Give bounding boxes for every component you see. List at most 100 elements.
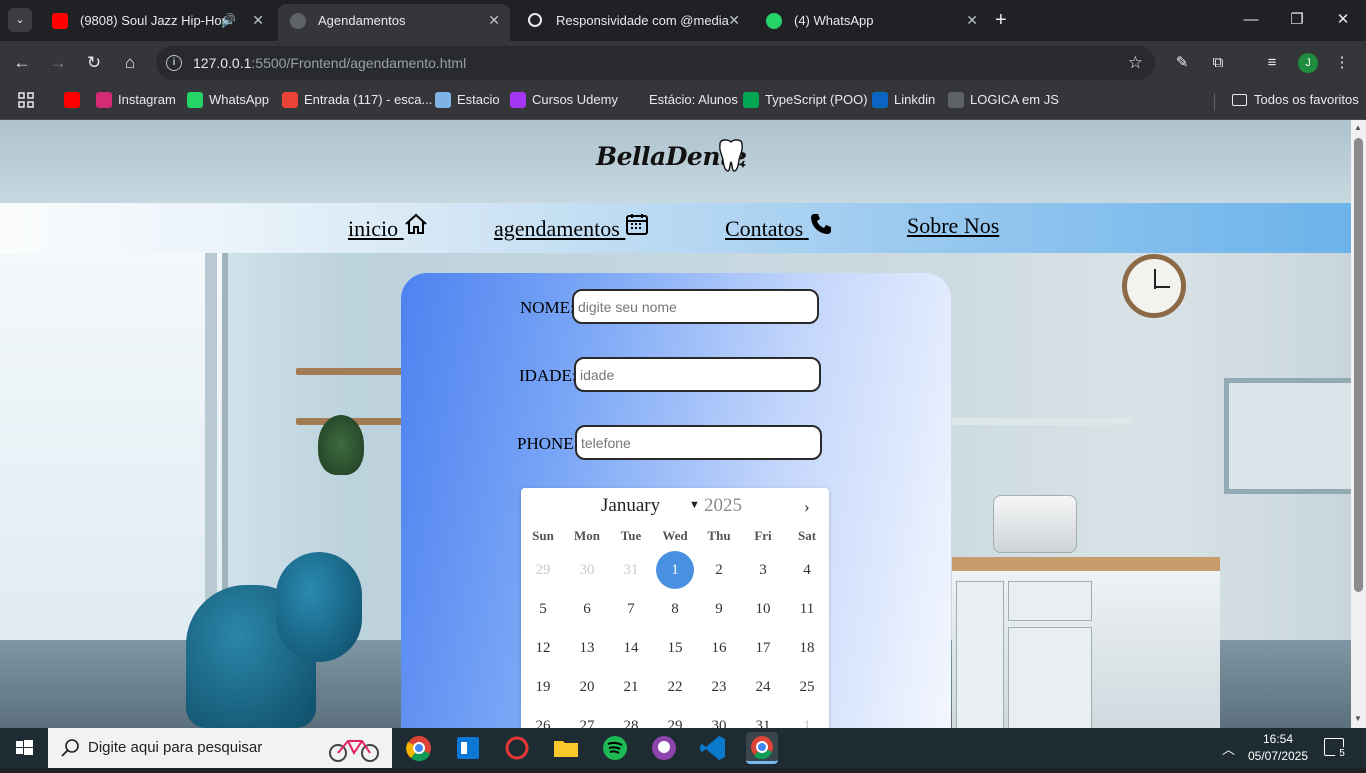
calendar-day[interactable]: 16 [700, 629, 738, 667]
calendar-day[interactable]: 26 [524, 707, 562, 728]
chevron-down-icon[interactable]: ▼ [689, 499, 700, 511]
media-control-icon[interactable]: ≡ [1260, 51, 1284, 75]
url-text[interactable]: 127.0.0.1:5500/Frontend/agendamento.html [193, 46, 466, 80]
calendar-day[interactable]: 18 [788, 629, 826, 667]
calendar-day[interactable]: 11 [788, 590, 826, 628]
calendar-day[interactable]: 13 [568, 629, 606, 667]
phone-input[interactable] [575, 425, 822, 460]
bookmark-star-icon[interactable]: ☆ [1128, 46, 1143, 80]
forward-button[interactable]: → [46, 51, 70, 75]
eyedropper-icon[interactable]: ✎ [1170, 51, 1194, 75]
tab-agendamentos[interactable]: Agendamentos ✕ [278, 4, 510, 41]
home-button[interactable]: ⌂ [118, 51, 142, 75]
nav-agendamentos[interactable]: agendamentos [494, 213, 649, 242]
restore-button[interactable]: ❐ [1274, 6, 1320, 34]
app-red-taskbar-icon[interactable] [501, 732, 533, 764]
scroll-up-icon[interactable]: ▲ [1354, 123, 1362, 132]
apps-icon[interactable] [18, 85, 34, 119]
system-clock[interactable]: 16:54 05/07/2025 [1246, 731, 1310, 765]
calendar-day[interactable]: 14 [612, 629, 650, 667]
menu-icon[interactable]: ⋮ [1330, 51, 1354, 75]
reload-button[interactable]: ↻ [82, 51, 106, 75]
calendar-day[interactable]: 1 [656, 551, 694, 589]
close-tab-icon[interactable]: ✕ [252, 4, 264, 37]
calendar-day[interactable]: 5 [524, 590, 562, 628]
tab-search-button[interactable]: ⌄ [8, 8, 32, 32]
site-info-icon[interactable]: i [166, 55, 182, 71]
nav-sobre-nos[interactable]: Sobre Nos [907, 213, 999, 239]
bookmark-item[interactable]: LOGICA em JS [948, 85, 1059, 115]
bookmark-item[interactable]: TypeScript (POO) [743, 85, 868, 115]
extensions-icon[interactable]: ⧉ [1206, 51, 1230, 75]
chrome-taskbar-icon[interactable] [403, 732, 435, 764]
scrollbar-thumb[interactable] [1354, 138, 1363, 592]
calendar-day[interactable]: 19 [524, 668, 562, 706]
nav-inicio[interactable]: inicio [348, 213, 428, 242]
close-window-button[interactable]: ✕ [1320, 6, 1366, 34]
calendar-day[interactable]: 7 [612, 590, 650, 628]
calendar-day[interactable]: 6 [568, 590, 606, 628]
bookmark-item[interactable]: Instagram [96, 85, 176, 115]
minimize-button[interactable]: — [1228, 6, 1274, 34]
tab-whatsapp[interactable]: (4) WhatsApp ✕ [754, 4, 988, 37]
bookmark-item[interactable]: Cursos Udemy [510, 85, 618, 115]
calendar-day[interactable]: 24 [744, 668, 782, 706]
calendar-day[interactable]: 3 [744, 551, 782, 589]
tray-chevron-up-icon[interactable]: ︿ [1222, 739, 1235, 758]
calendar-day[interactable]: 28 [612, 707, 650, 728]
calendar-day[interactable]: 10 [744, 590, 782, 628]
calendar-day[interactable]: 30 [568, 551, 606, 589]
calendar-day[interactable]: 4 [788, 551, 826, 589]
calendar-day[interactable]: 30 [700, 707, 738, 728]
calendar-day[interactable]: 1 [788, 707, 826, 728]
new-tab-button[interactable]: + [995, 9, 1007, 31]
calendar-day[interactable]: 31 [744, 707, 782, 728]
calendar-day[interactable]: 2 [700, 551, 738, 589]
tab-youtube[interactable]: (9808) Soul Jazz Hip-Hop Pl 🔊 ✕ [40, 4, 274, 37]
file-explorer-taskbar-icon[interactable] [550, 732, 582, 764]
bookmark-item[interactable]: Estácio: Alunos [627, 85, 738, 115]
calendar-day[interactable]: 31 [612, 551, 650, 589]
start-button[interactable] [0, 728, 48, 768]
calendar-day[interactable]: 27 [568, 707, 606, 728]
next-month-icon[interactable]: › [804, 497, 810, 517]
github-taskbar-icon[interactable] [648, 732, 680, 764]
notifications-icon[interactable]: 5 [1324, 738, 1349, 761]
name-input[interactable] [572, 289, 819, 324]
back-button[interactable]: ← [10, 51, 34, 75]
close-tab-icon[interactable]: ✕ [728, 4, 740, 37]
taskbar-search[interactable]: Digite aqui para pesquisar [48, 728, 392, 768]
outlook-taskbar-icon[interactable] [452, 732, 484, 764]
year-input[interactable]: 2025 [704, 495, 742, 517]
tab-responsividade[interactable]: Responsividade com @media ✕ [516, 4, 750, 37]
age-input[interactable] [574, 357, 821, 392]
calendar-day[interactable]: 21 [612, 668, 650, 706]
month-select[interactable]: January [601, 495, 660, 517]
address-bar[interactable]: i 127.0.0.1:5500/Frontend/agendamento.ht… [156, 46, 1155, 80]
close-tab-icon[interactable]: ✕ [488, 4, 500, 37]
scrollbar[interactable]: ▲ ▼ [1351, 120, 1366, 728]
calendar-day[interactable]: 22 [656, 668, 694, 706]
profile-avatar[interactable]: J [1298, 53, 1318, 73]
calendar-day[interactable]: 9 [700, 590, 738, 628]
calendar-day[interactable]: 25 [788, 668, 826, 706]
chrome-active-taskbar-icon[interactable] [746, 732, 778, 764]
calendar-day[interactable]: 29 [656, 707, 694, 728]
nav-contatos[interactable]: Contatos [725, 213, 833, 242]
spotify-taskbar-icon[interactable] [599, 732, 631, 764]
bookmark-item[interactable]: WhatsApp [187, 85, 269, 115]
bookmark-item[interactable]: Entrada (117) - esca... [282, 85, 432, 115]
calendar-day[interactable]: 8 [656, 590, 694, 628]
speaker-icon[interactable]: 🔊 [221, 4, 236, 37]
calendar-day[interactable]: 17 [744, 629, 782, 667]
calendar-day[interactable]: 29 [524, 551, 562, 589]
calendar-day[interactable]: 20 [568, 668, 606, 706]
calendar-day[interactable]: 15 [656, 629, 694, 667]
calendar-day[interactable]: 23 [700, 668, 738, 706]
vscode-taskbar-icon[interactable] [697, 732, 729, 764]
bookmark-item[interactable]: Linkdin [872, 85, 935, 115]
calendar-day[interactable]: 12 [524, 629, 562, 667]
scroll-down-icon[interactable]: ▼ [1354, 714, 1362, 723]
all-bookmarks-folder[interactable]: Todos os favoritos [1232, 85, 1359, 115]
bookmark-item[interactable]: Estacio [435, 85, 500, 115]
